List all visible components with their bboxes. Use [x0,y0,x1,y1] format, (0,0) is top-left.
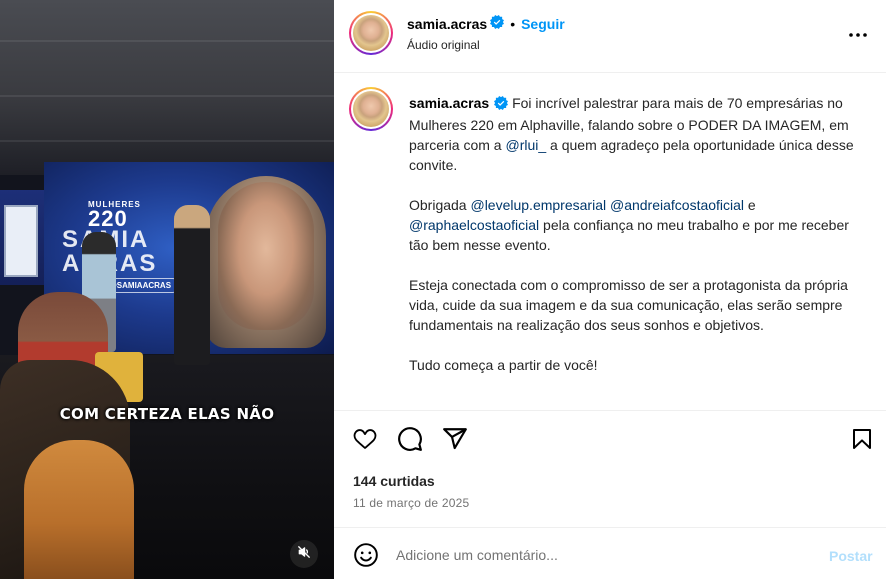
more-horizontal-icon [848,25,868,43]
video-ceiling [0,0,334,175]
mention-link[interactable]: @andreiafcostaoficial [610,197,744,213]
post-caption: samia.acras Foi incrível palestrar para … [409,93,869,395]
caption-paragraph-1: samia.acras Foi incrível palestrar para … [409,93,869,175]
heart-icon [352,427,378,456]
video-side-monitor [4,205,38,277]
caption-paragraph-4: Tudo começa a partir de você! [409,357,598,373]
caption-author-username[interactable]: samia.acras [409,95,489,111]
bookmark-icon [850,426,874,457]
author-avatar[interactable] [349,11,393,55]
audio-link[interactable]: Áudio original [407,38,480,52]
post-header: samia.acras • Seguir Áudio original [334,0,886,73]
mention-link[interactable]: @raphaelcostaoficial [409,217,539,233]
follow-button[interactable]: Seguir [521,16,565,32]
speaker-muted-icon [297,545,311,564]
post-actions-bar [334,410,886,468]
video-ceiling-line [0,140,334,142]
author-title-row: samia.acras • Seguir [407,15,565,32]
video-caption-overlay: COM CERTEZA ELAS NÃO [59,405,275,423]
mute-button[interactable] [290,540,318,568]
likes-count[interactable]: 144 curtidas [353,473,435,489]
video-screen-portrait [218,182,314,330]
comment-icon [397,426,423,457]
video-audience-member [24,440,134,579]
post-video[interactable]: MULHERES 220 SAMIA ACRAS @SAMIAACRAS COM… [0,0,334,579]
caption-author-avatar[interactable] [349,87,393,131]
video-ceiling-line [0,95,334,97]
caption-area: samia.acras Foi incrível palestrar para … [334,74,886,410]
caption-paragraph-3: Esteja conectada com o compromisso de se… [409,277,848,333]
more-options-button[interactable] [843,24,873,44]
comment-button[interactable] [396,426,424,457]
add-comment-bar: Postar [334,527,886,579]
mention-link[interactable]: @levelup.empresarial [470,197,606,213]
video-ceiling-line [0,40,334,42]
send-icon [442,426,468,457]
author-username[interactable]: samia.acras [407,16,487,32]
save-button[interactable] [848,427,876,455]
share-button[interactable] [441,427,469,455]
header-separator: • [510,15,516,32]
post-details-panel: samia.acras • Seguir Áudio original sami… [334,0,886,579]
mention-link[interactable]: @rlui_ [505,137,546,153]
verified-badge-icon [494,95,509,115]
video-speaker-2 [174,205,210,365]
like-button[interactable] [351,427,379,455]
emoji-icon[interactable] [353,542,379,568]
verified-badge-icon [490,15,505,32]
post-comment-button[interactable]: Postar [829,548,873,564]
caption-text-and: e [744,197,756,213]
caption-text-2: Obrigada [409,197,471,213]
caption-paragraph-2: Obrigada @levelup.empresarial @andreiafc… [409,195,869,255]
comment-input[interactable] [396,542,776,568]
post-date: 11 de março de 2025 [353,496,470,510]
